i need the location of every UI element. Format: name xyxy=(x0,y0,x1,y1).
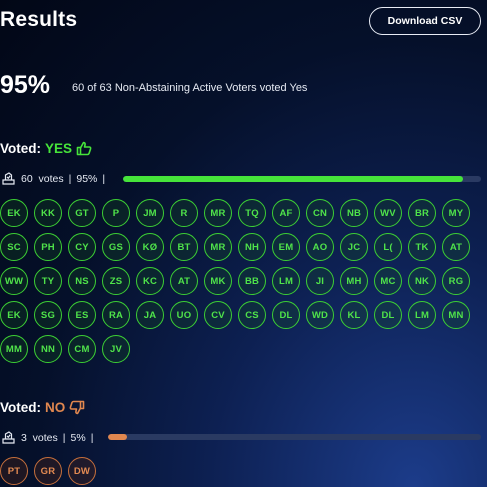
voter-badge: R xyxy=(170,199,198,227)
yes-vote-percent: 95% xyxy=(76,172,98,185)
yes-voters-grid: EK KK GT P JM R MR TQ AF CN NB WV BR MY SC PH CY GS KØ BT MR… xyxy=(0,199,470,363)
yes-label: YES xyxy=(45,141,73,156)
voter-badge: WD xyxy=(306,301,334,329)
separator: | xyxy=(68,172,72,185)
ballot-box-icon xyxy=(2,172,15,185)
no-vote-count: 3 votes xyxy=(21,431,58,444)
voter-badge: TY xyxy=(34,267,62,295)
voter-badge: JV xyxy=(102,335,130,363)
voter-badge: MH xyxy=(340,267,368,295)
voter-badge: LM xyxy=(408,301,436,329)
voter-badge: JA xyxy=(136,301,164,329)
no-section-heading: Voted: NO xyxy=(0,400,85,415)
yes-vote-stats: 60 votes | 95% | xyxy=(2,172,105,185)
yes-progress-fill xyxy=(123,176,464,182)
voter-badge: CY xyxy=(68,233,96,261)
voter-badge: NB xyxy=(340,199,368,227)
voter-badge: AF xyxy=(272,199,300,227)
yes-percentage: 95% xyxy=(0,71,51,99)
vote-summary-text: 60 of 63 Non-Abstaining Active Voters vo… xyxy=(72,82,308,94)
voter-badge: SG xyxy=(34,301,62,329)
no-progress-fill xyxy=(108,434,127,440)
voter-badge: GS xyxy=(102,233,130,261)
thumbs-up-icon xyxy=(76,141,92,156)
voter-badge: GR xyxy=(34,457,62,485)
no-voters-grid: PT GR DW xyxy=(0,457,470,485)
no-vote-percent: 5% xyxy=(70,431,86,444)
voter-badge: UO xyxy=(170,301,198,329)
voter-badge: TQ xyxy=(238,199,266,227)
voter-badge: AT xyxy=(170,267,198,295)
voter-badge: NS xyxy=(68,267,96,295)
voter-badge: CM xyxy=(68,335,96,363)
voter-badge: NH xyxy=(238,233,266,261)
no-vote-stats: 3 votes | 5% | xyxy=(2,431,93,444)
voter-badge: LM xyxy=(272,267,300,295)
separator: | xyxy=(62,431,66,444)
separator: | xyxy=(90,431,94,444)
voter-badge: RA xyxy=(102,301,130,329)
voter-badge: CS xyxy=(238,301,266,329)
voter-badge: L( xyxy=(374,233,402,261)
voter-badge: MR xyxy=(204,199,232,227)
voter-badge: DL xyxy=(374,301,402,329)
voter-badge: EK xyxy=(0,301,28,329)
yes-vote-count: 60 votes xyxy=(21,172,64,185)
voter-badge: BR xyxy=(408,199,436,227)
voter-badge: PT xyxy=(0,457,28,485)
voter-badge: PH xyxy=(34,233,62,261)
voter-badge: TK xyxy=(408,233,436,261)
voted-label: Voted: xyxy=(0,141,41,156)
voter-badge: DL xyxy=(272,301,300,329)
voter-badge: GT xyxy=(68,199,96,227)
page-title: Results xyxy=(0,8,78,31)
voter-badge: KL xyxy=(340,301,368,329)
separator: | xyxy=(102,172,106,185)
voter-badge: ES xyxy=(68,301,96,329)
voter-badge: NN xyxy=(34,335,62,363)
ballot-box-icon xyxy=(2,431,15,444)
voter-badge: AT xyxy=(442,233,470,261)
no-progress-bar xyxy=(108,434,481,440)
voter-badge: RG xyxy=(442,267,470,295)
voter-badge: P xyxy=(102,199,130,227)
yes-progress-bar xyxy=(123,176,481,182)
voter-badge: BT xyxy=(170,233,198,261)
voter-badge: MY xyxy=(442,199,470,227)
voter-badge: EM xyxy=(272,233,300,261)
voter-badge: NK xyxy=(408,267,436,295)
voter-badge: KØ xyxy=(136,233,164,261)
voter-badge: JC xyxy=(340,233,368,261)
voted-label: Voted: xyxy=(0,400,41,415)
voter-badge: MN xyxy=(442,301,470,329)
voter-badge: SC xyxy=(0,233,28,261)
voter-badge: JI xyxy=(306,267,334,295)
voter-badge: MC xyxy=(374,267,402,295)
download-csv-button[interactable]: Download CSV xyxy=(369,7,481,35)
voter-badge: EK xyxy=(0,199,28,227)
voter-badge: MM xyxy=(0,335,28,363)
voter-badge: KK xyxy=(34,199,62,227)
thumbs-down-icon xyxy=(69,400,85,415)
yes-section-heading: Voted: YES xyxy=(0,141,92,156)
voter-badge: KC xyxy=(136,267,164,295)
no-label: NO xyxy=(45,400,66,415)
voter-badge: BB xyxy=(238,267,266,295)
voter-badge: WV xyxy=(374,199,402,227)
voter-badge: CV xyxy=(204,301,232,329)
voter-badge: AO xyxy=(306,233,334,261)
voter-badge: ZS xyxy=(102,267,130,295)
voter-badge: MK xyxy=(204,267,232,295)
voter-badge: WW xyxy=(0,267,28,295)
voter-badge: DW xyxy=(68,457,96,485)
voter-badge: CN xyxy=(306,199,334,227)
voter-badge: JM xyxy=(136,199,164,227)
voter-badge: MR xyxy=(204,233,232,261)
